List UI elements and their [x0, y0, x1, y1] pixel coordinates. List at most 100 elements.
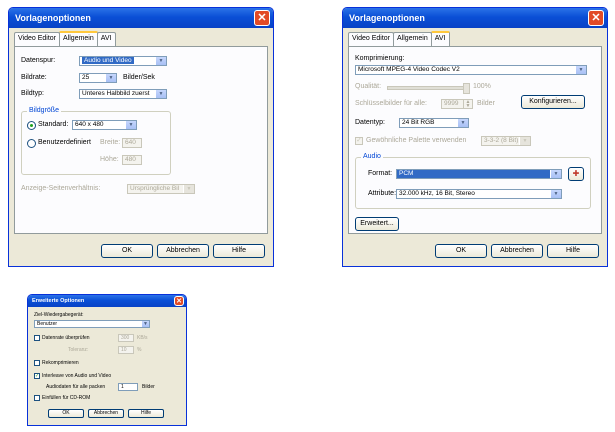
cdrom-label: Einfüllen für CD-ROM — [42, 395, 91, 401]
ziel-label: Ziel-Wiedergabegerät: — [34, 312, 84, 318]
audio-pack-unit: Bilder — [142, 384, 155, 390]
qualitaet-label: Qualität: — [355, 83, 382, 90]
standard-label: Standard: — [38, 121, 69, 128]
chevron-down-icon: ▼ — [550, 170, 561, 178]
datentyp-select[interactable]: 24 Bit RGB ▼ — [399, 118, 469, 128]
datentyp-label: Datentyp: — [355, 119, 385, 126]
dialog-title-bar[interactable]: Erweiterte Optionen ✕ — [28, 295, 186, 307]
konfigurieren-button[interactable]: Konfigurieren... — [521, 95, 585, 109]
chevron-down-icon: ▼ — [125, 121, 136, 129]
tab-panel: Komprimierung: Microsoft MPEG-4 Video Co… — [348, 46, 602, 234]
attribute-label: Attribute: — [368, 190, 397, 197]
format-label: Format: — [368, 170, 393, 177]
bildrate-select[interactable]: 25 ▼ — [79, 73, 117, 83]
hoehe-input[interactable]: 480 — [122, 155, 142, 165]
tab-allgemein[interactable]: Allgemein — [59, 31, 98, 47]
dialog-template-options-general: Vorlagenoptionen ✕ Video Editor Allgemei… — [8, 7, 274, 267]
audio-group-title: Audio — [361, 153, 383, 160]
bildgroesse-group: Bildgröße Standard: 640 x 480 ▼ Benutzerd… — [21, 107, 171, 175]
format-select[interactable]: PCM ▼ — [396, 169, 562, 179]
komprimierung-select[interactable]: Microsoft MPEG-4 Video Codec V2 ▼ — [355, 65, 587, 75]
interleave-label: Interleave von Audio und Video — [42, 373, 112, 379]
bildrate-label: Bildrate: — [21, 74, 47, 81]
ok-button[interactable]: OK — [101, 244, 153, 258]
bildgroesse-group-title: Bildgröße — [27, 107, 61, 114]
schluessel-unit: Bilder — [477, 100, 495, 107]
palette-checkbox[interactable]: ✓ — [355, 137, 363, 145]
chevron-down-icon: ▼ — [105, 74, 116, 82]
tab-panel: Datenspur: Audio und Video ▼ Bildrate: 25… — [14, 46, 268, 234]
properties-icon: ✚ — [572, 169, 580, 178]
breite-input[interactable]: 640 — [122, 138, 142, 148]
help-button[interactable]: Hilfe — [128, 409, 164, 418]
schluessel-label: Schlüsselbilder für alle: — [355, 100, 427, 107]
benutzerdefiniert-radio[interactable] — [27, 139, 36, 148]
cancel-button[interactable]: Abbrechen — [88, 409, 124, 418]
dialog-title: Erweiterte Optionen — [32, 298, 85, 304]
erweitert-button[interactable]: Erweitert... — [355, 217, 399, 231]
standard-radio[interactable] — [27, 121, 36, 130]
palette-select[interactable]: 3-3-2 (8 Bit) ▼ — [481, 136, 531, 146]
tab-video-editor[interactable]: Video Editor — [14, 32, 61, 46]
bildtyp-select[interactable]: Unteres Halbbild zuerst ▼ — [79, 89, 167, 99]
datenspur-label: Datenspur: — [21, 57, 56, 64]
ok-button[interactable]: OK — [435, 244, 487, 258]
schluessel-input[interactable]: 9999 ▲ ▼ — [441, 99, 473, 109]
bildtyp-label: Bildtyp: — [21, 90, 44, 97]
standard-size-select[interactable]: 640 x 480 ▼ — [72, 120, 137, 130]
tab-allgemein[interactable]: Allgemein — [393, 32, 432, 46]
chevron-down-icon: ▼ — [183, 185, 194, 193]
bildrate-unit: Bilder/Sek — [123, 74, 155, 81]
chevron-down-icon: ▼ — [550, 190, 561, 198]
chevron-down-icon: ▼ — [155, 57, 166, 65]
komprimierung-label: Komprimierung: — [355, 55, 405, 62]
breite-label: Breite: — [100, 139, 121, 146]
close-icon[interactable]: ✕ — [588, 10, 604, 26]
anzeige-select[interactable]: Ursprüngliche Bil ▼ — [127, 184, 195, 194]
datenrate-checkbox[interactable] — [34, 335, 40, 341]
toleranz-label: Toleranz: — [68, 347, 89, 353]
interleave-checkbox[interactable]: ✓ — [34, 373, 40, 379]
ziel-select[interactable]: Benutzer ▼ — [34, 320, 150, 328]
close-icon[interactable]: ✕ — [174, 296, 184, 306]
datenrate-input[interactable]: 300 — [118, 334, 134, 342]
help-button[interactable]: Hilfe — [547, 244, 599, 258]
dialog-title: Vorlagenoptionen — [349, 13, 425, 23]
hoehe-label: Höhe: — [100, 156, 119, 163]
ok-button[interactable]: OK — [48, 409, 84, 418]
cdrom-checkbox[interactable] — [34, 395, 40, 401]
chevron-down-icon: ▼ — [575, 66, 586, 74]
help-button[interactable]: Hilfe — [213, 244, 265, 258]
datenrate-unit: KB/s — [137, 335, 148, 341]
dialog-template-options-avi: Vorlagenoptionen ✕ Video Editor Allgemei… — [342, 7, 608, 267]
dialog-title: Vorlagenoptionen — [15, 13, 91, 23]
toleranz-unit: % — [137, 347, 142, 353]
format-properties-button[interactable]: ✚ — [568, 167, 584, 181]
audio-group: Audio Format: PCM ▼ ✚ Attribute: 32.000 k… — [355, 153, 591, 209]
chevron-down-icon: ▼ — [457, 119, 468, 127]
datenspur-select[interactable]: Audio und Video ▼ — [79, 56, 167, 66]
cancel-button[interactable]: Abbrechen — [157, 244, 209, 258]
dialog-title-bar[interactable]: Vorlagenoptionen ✕ — [343, 8, 607, 28]
anzeige-label: Anzeige-Seitenverhältnis: — [21, 185, 101, 192]
dialog-advanced-options: Erweiterte Optionen ✕ Ziel-Wiedergabeger… — [27, 294, 187, 426]
tab-avi[interactable]: AVI — [96, 32, 116, 46]
rekomprimieren-checkbox[interactable] — [34, 360, 40, 366]
qualitaet-slider[interactable] — [387, 83, 470, 94]
attribute-select[interactable]: 32.000 kHz, 16 Bit, Stereo ▼ — [396, 189, 562, 199]
spinner-arrows-icon[interactable]: ▲ ▼ — [463, 100, 472, 109]
benutzerdefiniert-label: Benutzerdefiniert — [38, 139, 91, 146]
dialog-title-bar[interactable]: Vorlagenoptionen ✕ — [9, 8, 273, 28]
chevron-down-icon: ▼ — [155, 90, 166, 98]
cancel-button[interactable]: Abbrechen — [491, 244, 543, 258]
qualitaet-value: 100% — [473, 83, 491, 90]
tab-avi[interactable]: AVI — [430, 31, 450, 47]
palette-label: Gewöhnliche Palette verwenden — [366, 137, 467, 144]
close-icon[interactable]: ✕ — [254, 10, 270, 26]
datenrate-label: Datenrate überprüfen — [42, 335, 90, 341]
audio-pack-input[interactable]: 1 — [118, 383, 138, 391]
tab-video-editor[interactable]: Video Editor — [348, 32, 395, 46]
audio-pack-label: Audiodaten für alle packen — [46, 384, 106, 390]
chevron-down-icon: ▼ — [141, 321, 149, 327]
toleranz-input[interactable]: 10 — [118, 346, 134, 354]
